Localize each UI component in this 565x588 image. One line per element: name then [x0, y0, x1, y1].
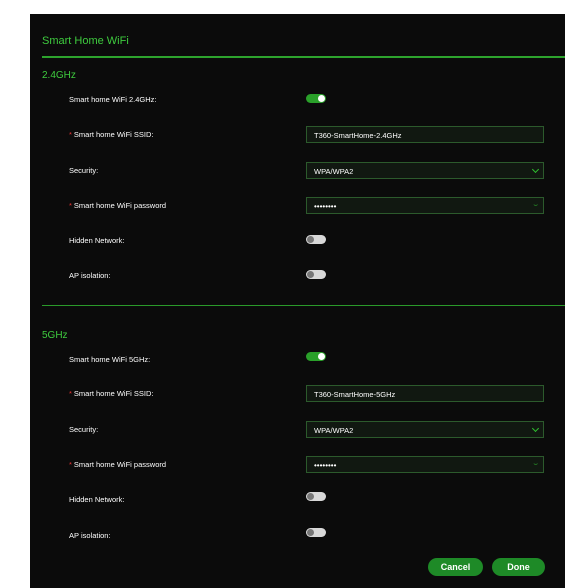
ap-isolation-toggle-2-4ghz[interactable]: [306, 270, 326, 279]
wifi-2-4ghz-toggle[interactable]: [306, 94, 326, 103]
ap-isolation-label-5ghz: AP isolation:: [69, 531, 111, 540]
password-input-2-4ghz[interactable]: •••••••• ⌣: [306, 197, 544, 214]
smart-home-wifi-panel: Smart Home WiFi 2.4GHz Smart home WiFi 2…: [30, 14, 565, 588]
toggle-knob: [307, 236, 314, 243]
toggle-knob: [307, 493, 314, 500]
password-value: ••••••••: [314, 461, 337, 470]
password-label-5ghz: * Smart home WiFi password: [69, 460, 166, 470]
ssid-label-2-4ghz: * Smart home WiFi SSID:: [69, 130, 154, 140]
toggle-label-2-4ghz: Smart home WiFi 2.4GHz:: [69, 95, 157, 104]
chevron-down-icon: [531, 424, 540, 433]
security-select-2-4ghz[interactable]: WPA/WPA2: [306, 162, 544, 179]
hidden-network-toggle-2-4ghz[interactable]: [306, 235, 326, 244]
hidden-network-label-5ghz: Hidden Network:: [69, 495, 125, 504]
cancel-button[interactable]: Cancel: [428, 558, 483, 576]
toggle-knob: [318, 95, 325, 102]
toggle-knob: [307, 271, 314, 278]
eye-hidden-icon[interactable]: ⌣: [533, 461, 538, 469]
panel-title: Smart Home WiFi: [42, 35, 129, 47]
ssid-label-text: Smart home WiFi SSID:: [73, 130, 154, 139]
chevron-down-icon: [531, 165, 540, 174]
section-title-5ghz: 5GHz: [42, 330, 68, 341]
toggle-label-5ghz: Smart home WiFi 5GHz:: [69, 355, 151, 364]
ap-isolation-toggle-5ghz[interactable]: [306, 528, 326, 537]
section-divider: [42, 305, 565, 306]
section-title-2-4ghz: 2.4GHz: [42, 70, 76, 81]
security-label-2-4ghz: Security:: [69, 166, 99, 175]
title-divider: [42, 56, 565, 58]
required-marker: *: [69, 130, 72, 139]
ssid-label-5ghz: * Smart home WiFi SSID:: [69, 389, 154, 399]
toggle-knob: [307, 529, 314, 536]
hidden-network-label-2-4ghz: Hidden Network:: [69, 236, 125, 245]
password-label-2-4ghz: * Smart home WiFi password: [69, 201, 166, 211]
done-button[interactable]: Done: [492, 558, 545, 576]
wifi-5ghz-toggle[interactable]: [306, 352, 326, 361]
password-value: ••••••••: [314, 202, 337, 211]
ssid-label-text: Smart home WiFi SSID:: [73, 389, 154, 398]
hidden-network-toggle-5ghz[interactable]: [306, 492, 326, 501]
required-marker: *: [69, 201, 72, 210]
ssid-input-5ghz[interactable]: T360-SmartHome-5GHz: [306, 385, 544, 402]
password-label-text: Smart home WiFi password: [73, 460, 167, 469]
security-value: WPA/WPA2: [314, 167, 354, 176]
security-label-5ghz: Security:: [69, 425, 99, 434]
toggle-knob: [318, 353, 325, 360]
required-marker: *: [69, 460, 72, 469]
required-marker: *: [69, 389, 72, 398]
security-value: WPA/WPA2: [314, 426, 354, 435]
eye-hidden-icon[interactable]: ⌣: [533, 202, 538, 210]
security-select-5ghz[interactable]: WPA/WPA2: [306, 421, 544, 438]
password-input-5ghz[interactable]: •••••••• ⌣: [306, 456, 544, 473]
ap-isolation-label-2-4ghz: AP isolation:: [69, 271, 111, 280]
password-label-text: Smart home WiFi password: [73, 201, 167, 210]
ssid-input-2-4ghz[interactable]: T360-SmartHome-2.4GHz: [306, 126, 544, 143]
